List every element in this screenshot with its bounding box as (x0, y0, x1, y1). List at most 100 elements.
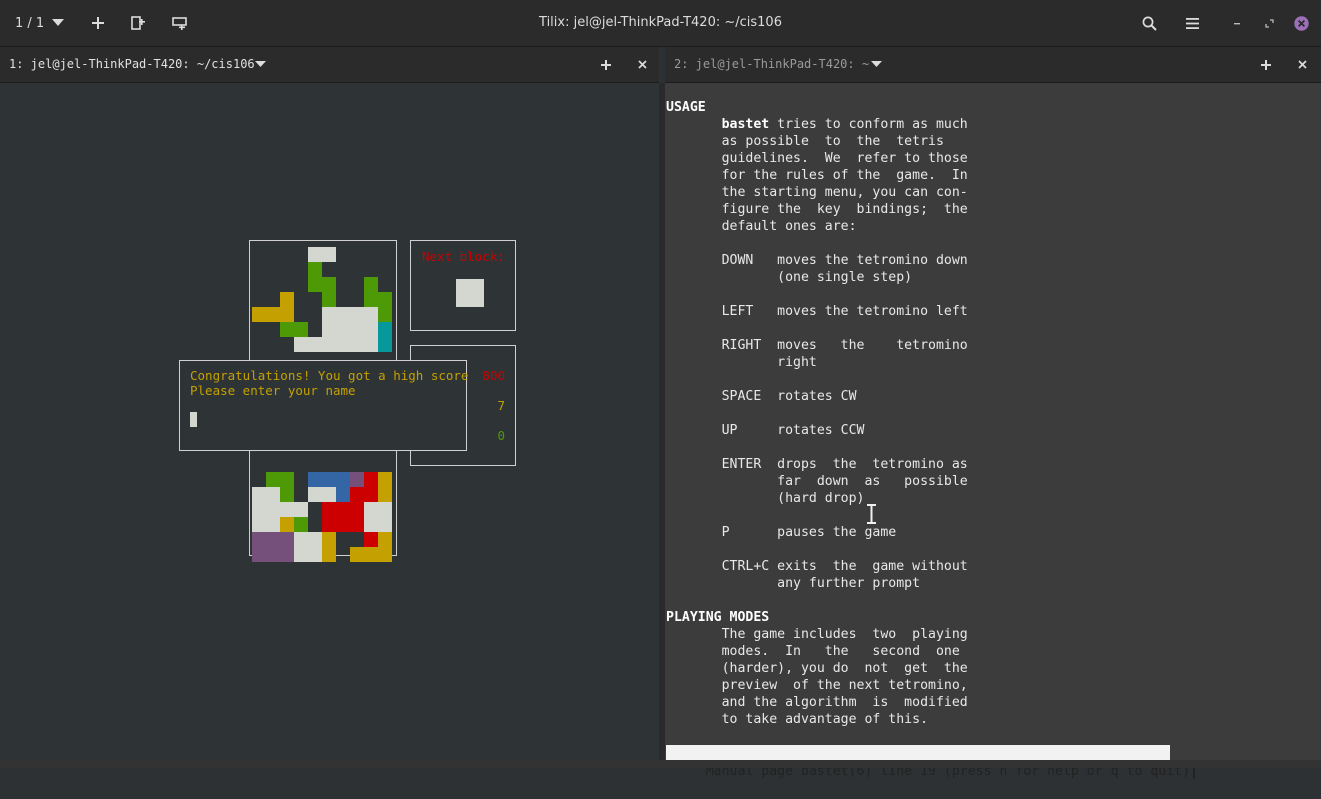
man-line (666, 439, 968, 456)
window-bottom-edge (0, 760, 1321, 768)
terminal-1-title[interactable]: 1: jel@jel-ThinkPad-T420: ~/cis106 (9, 47, 255, 82)
tetris-block (252, 532, 266, 547)
man-line: LEFT moves the tetromino left (666, 304, 968, 319)
chevron-down-icon[interactable] (871, 61, 882, 68)
tetris-block (336, 307, 350, 322)
chevron-down-icon[interactable] (255, 61, 266, 68)
menu-button[interactable] (1180, 0, 1204, 46)
tetris-block (322, 337, 336, 352)
tetris-block (280, 517, 294, 532)
tetris-block (322, 322, 336, 337)
split-right-icon (131, 16, 145, 30)
tetris-block (266, 532, 280, 547)
man-line: and the algorithm is modified (666, 695, 968, 710)
tetris-block (322, 292, 336, 307)
tetris-block (364, 547, 378, 562)
tetris-block (364, 502, 378, 517)
tetris-block (378, 517, 392, 532)
tetris-block (350, 337, 364, 352)
name-input[interactable] (190, 412, 197, 427)
add-terminal-right-button[interactable] (126, 0, 150, 46)
tetris-block (308, 337, 322, 352)
tetris-block (364, 322, 378, 337)
level-value: 7 (497, 398, 505, 413)
lines-value: 0 (497, 428, 505, 443)
man-line: P pauses the game (666, 525, 897, 540)
man-line (666, 405, 968, 422)
terminal-2-title[interactable]: 2: jel@jel-ThinkPad-T420: ~ (674, 47, 869, 82)
close-icon (1297, 60, 1307, 69)
man-line: the starting menu, you can con- (666, 185, 968, 200)
session-switcher[interactable]: 1 / 1 (8, 0, 78, 46)
add-session-button[interactable] (86, 0, 110, 46)
tetris-block (378, 292, 392, 307)
tetris-block (280, 502, 294, 517)
tetris-block (336, 502, 350, 517)
tetris-block (322, 472, 336, 487)
maximize-icon (1264, 18, 1274, 28)
terminal-2-add-button[interactable] (1256, 47, 1276, 82)
tetris-block (308, 472, 322, 487)
score-value: 800 (482, 368, 505, 383)
plus-icon (92, 17, 104, 29)
tetris-block (294, 502, 308, 517)
add-terminal-down-button[interactable] (167, 0, 191, 46)
tetris-block (294, 322, 308, 337)
plus-icon (601, 59, 611, 70)
tetris-block (280, 322, 294, 337)
maximize-button[interactable] (1258, 0, 1280, 46)
terminal-2[interactable]: USAGE bastet tries to conform as much as… (665, 83, 1321, 779)
minimize-button[interactable] (1226, 0, 1248, 46)
tetris-block (252, 547, 266, 562)
tetris-block (378, 532, 392, 547)
tetris-block (280, 292, 294, 307)
hamburger-icon (1185, 17, 1199, 29)
terminal-1-close-button[interactable] (632, 47, 652, 82)
tetris-block (378, 472, 392, 487)
tetris-block (350, 502, 364, 517)
tetris-block (350, 307, 364, 322)
tetris-block (364, 517, 378, 532)
tetris-block (266, 502, 280, 517)
split-down-icon (171, 16, 187, 30)
tetris-block (378, 307, 392, 322)
session-counter: 1 / 1 (15, 15, 45, 31)
man-line: (harder), you do not get the (666, 661, 968, 676)
tetris-block (280, 472, 294, 487)
tetris-block (322, 277, 336, 292)
tetris-block (280, 547, 294, 562)
tetris-block (336, 322, 350, 337)
tetris-block (364, 472, 378, 487)
man-line (666, 320, 968, 337)
next-block-label: Next block: (422, 249, 505, 264)
tetris-block (322, 487, 336, 502)
close-window-button[interactable] (1290, 0, 1312, 46)
man-line (666, 541, 968, 558)
tetris-block (364, 277, 378, 292)
tetris-block (322, 307, 336, 322)
tetris-block (322, 547, 336, 562)
man-line (666, 371, 968, 388)
terminal-2-close-button[interactable] (1292, 47, 1312, 82)
chevron-down-icon (52, 19, 65, 26)
man-line: figure the key bindings; the (666, 202, 968, 217)
man-line (666, 507, 968, 524)
man-line: (hard drop) (666, 491, 865, 506)
tetris-block (252, 487, 266, 502)
tetris-block (364, 307, 378, 322)
tetris-block (280, 532, 294, 547)
tetris-block (350, 472, 364, 487)
terminal-1-add-button[interactable] (596, 47, 616, 82)
tetris-block (336, 337, 350, 352)
tetris-block (322, 532, 336, 547)
man-line: default ones are: (666, 219, 857, 234)
man-line: modes. In the second one (666, 644, 960, 659)
tetris-block (322, 247, 336, 262)
tetris-block (322, 517, 336, 532)
tetris-block (266, 472, 280, 487)
tetris-block (350, 322, 364, 337)
terminal-1[interactable]: Next block: 800 7 0 Congratulations! You… (0, 83, 659, 760)
tetris-block (294, 517, 308, 532)
close-circle-icon (1293, 15, 1309, 31)
find-button[interactable] (1137, 0, 1161, 46)
